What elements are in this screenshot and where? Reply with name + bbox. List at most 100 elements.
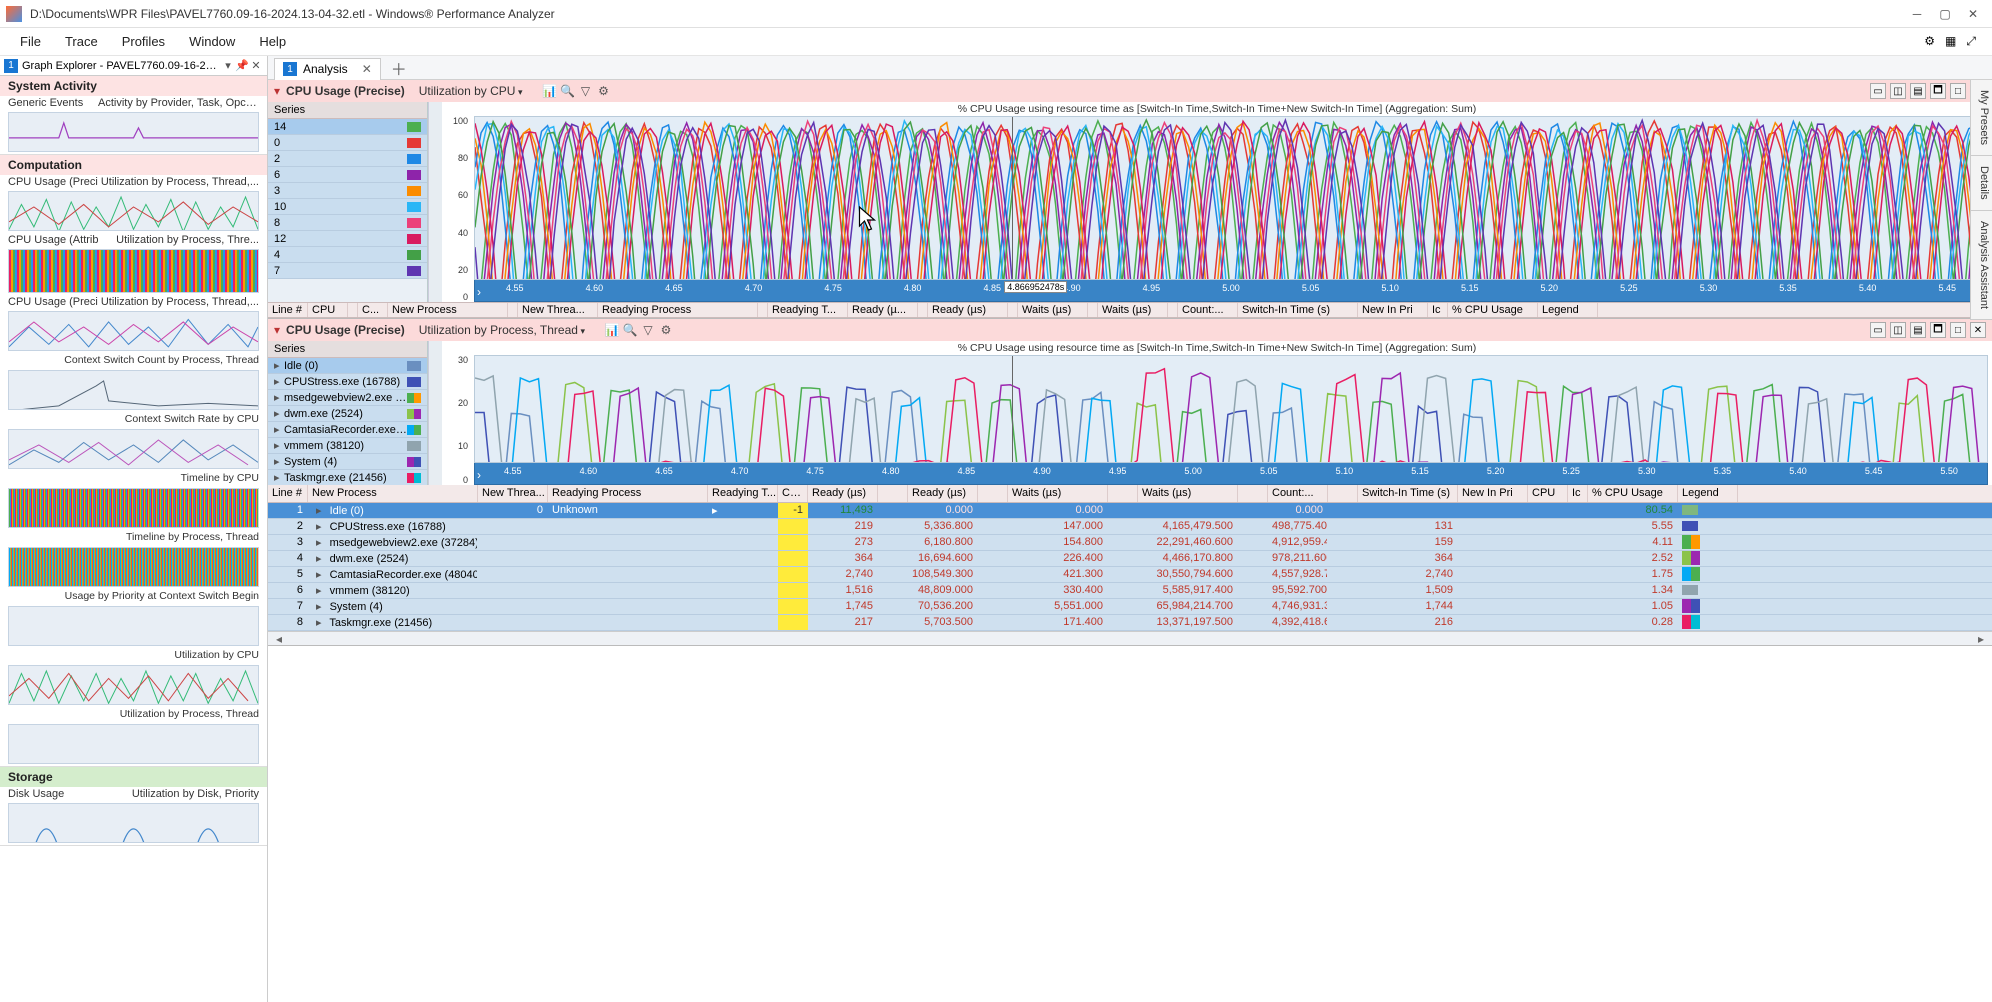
series-item[interactable]: ▸vmmem (38120)	[268, 438, 427, 454]
column-header[interactable]: Readying T...	[768, 303, 848, 317]
series-item[interactable]: 12	[268, 231, 427, 247]
thumb-7[interactable]	[8, 547, 259, 587]
axis-expand-icon[interactable]: ›	[477, 285, 481, 299]
column-header[interactable]: Switch-In Time (s)	[1238, 303, 1358, 317]
column-header[interactable]: CPU	[308, 303, 348, 317]
column-header[interactable]: Ready (µs)	[928, 303, 1008, 317]
series-item[interactable]: 8	[268, 215, 427, 231]
table-row[interactable]: 8▸ Taskmgr.exe (21456)2175,703.500171.40…	[268, 615, 1992, 631]
table-row[interactable]: 6▸ vmmem (38120)1,51648,809.000330.4005,…	[268, 583, 1992, 599]
column-header[interactable]: Switch-In Time (s)	[1358, 485, 1458, 502]
scroll-right-icon[interactable]: ▸	[1978, 632, 1984, 646]
maximize-button[interactable]: ▢	[1938, 7, 1952, 21]
column-header[interactable]	[1168, 303, 1178, 317]
column-header[interactable]: Line #	[268, 485, 308, 502]
column-header[interactable]: Ic	[1428, 303, 1448, 317]
column-header[interactable]	[1008, 303, 1018, 317]
column-header[interactable]: Waits (µs)	[1098, 303, 1168, 317]
thumb-3[interactable]	[8, 311, 259, 351]
maximize-panel-button[interactable]: □	[1950, 322, 1966, 338]
series-item[interactable]: 10	[268, 199, 427, 215]
column-header[interactable]: New Process	[308, 485, 478, 502]
column-header[interactable]: Readying Process	[598, 303, 758, 317]
thumb-6[interactable]	[8, 488, 259, 528]
popout-button[interactable]: 🗖	[1930, 322, 1946, 338]
table-row[interactable]: 7▸ System (4)1,74570,536.2005,551.00065,…	[268, 599, 1992, 615]
expand-icon[interactable]: ⤢	[1966, 34, 1976, 49]
section-system-activity[interactable]: System Activity	[0, 76, 267, 96]
series-item[interactable]: ▸Taskmgr.exe (21456)	[268, 470, 427, 486]
row-cpu-usage-precise-1[interactable]: CPU Usage (Precise) Utilization by Proce…	[0, 175, 267, 189]
view-table-button[interactable]: ▤	[1910, 83, 1926, 99]
column-header[interactable]	[878, 485, 908, 502]
gear-icon[interactable]: ⚙	[657, 323, 675, 337]
column-header[interactable]: % CPU Usage	[1448, 303, 1538, 317]
series-item[interactable]: ▸System (4)	[268, 454, 427, 470]
column-header[interactable]: Line #	[268, 303, 308, 317]
maximize-panel-button[interactable]: □	[1950, 83, 1966, 99]
thumb-2[interactable]	[8, 249, 259, 293]
series-item[interactable]: ▸CamtasiaRecorder.exe (...	[268, 422, 427, 438]
tab-analysis-assistant[interactable]: Analysis Assistant	[1971, 211, 1992, 320]
tab-close-icon[interactable]: ✕	[362, 62, 372, 76]
filter-icon[interactable]: ▽	[639, 323, 657, 337]
gear-icon[interactable]: ⚙	[1924, 34, 1935, 49]
column-header[interactable]: Legend	[1538, 303, 1598, 317]
column-header[interactable]: C...	[358, 303, 388, 317]
column-header[interactable]	[758, 303, 768, 317]
column-header[interactable]: Legend	[1678, 485, 1738, 502]
thumb-generic-events[interactable]	[8, 112, 259, 152]
axis-expand-icon[interactable]: ›	[477, 468, 481, 482]
column-header[interactable]: Ready (µ...	[848, 303, 918, 317]
tab-my-presets[interactable]: My Presets	[1971, 80, 1992, 156]
column-header[interactable]: Readying Process	[548, 485, 708, 502]
view-graph-button[interactable]: ▭	[1870, 322, 1886, 338]
row-cpu-usage-precise-2[interactable]: CPU Usage (Precise) Utilization by Proce…	[0, 295, 267, 309]
view-graph-button[interactable]: ▭	[1870, 83, 1886, 99]
table-header[interactable]: Line #New ProcessNew Threa...Readying Pr…	[268, 485, 1992, 503]
panel1-subtitle[interactable]: Utilization by CPU	[419, 84, 523, 98]
sidebar-tab[interactable]: 1 Graph Explorer - PAVEL7760.09-16-2024.…	[0, 56, 267, 76]
search-icon[interactable]: 🔍	[621, 323, 639, 337]
column-header[interactable]: Waits (µs)	[1138, 485, 1238, 502]
view-split-button[interactable]: ◫	[1890, 322, 1906, 338]
menu-help[interactable]: Help	[247, 30, 298, 53]
menu-window[interactable]: Window	[177, 30, 247, 53]
column-header[interactable]: Count:...	[1268, 485, 1328, 502]
collapse-icon[interactable]: ▾	[274, 84, 280, 98]
dropdown-icon[interactable]: ▾	[221, 59, 235, 72]
series-item[interactable]: ▸Idle (0)	[268, 358, 427, 374]
panel1-column-headers[interactable]: Line #CPUC...New ProcessNew Threa...Read…	[268, 302, 1992, 318]
series-item[interactable]: ▸dwm.exe (2524)	[268, 406, 427, 422]
table-row[interactable]: 4▸ dwm.exe (2524)36416,694.600226.4004,4…	[268, 551, 1992, 567]
pin-icon[interactable]: 📌	[235, 59, 249, 72]
panel2-xaxis[interactable]: › 4.554.604.654.704.754.804.854.904.955.…	[474, 463, 1988, 485]
menu-file[interactable]: File	[8, 30, 53, 53]
column-header[interactable]	[918, 303, 928, 317]
column-header[interactable]: New In Pri	[1458, 485, 1528, 502]
thumb-storage[interactable]	[8, 803, 259, 843]
filter-icon[interactable]: ▽	[576, 84, 594, 98]
row-generic-events[interactable]: Generic Events Activity by Provider, Tas…	[0, 96, 267, 110]
column-header[interactable]: Waits (µs)	[1018, 303, 1088, 317]
layout-icon[interactable]: ▦	[1945, 34, 1956, 49]
new-tab-button[interactable]: ＋	[391, 56, 407, 80]
column-header[interactable]: New In Pri	[1358, 303, 1428, 317]
panel1-xaxis[interactable]: › 4.554.604.654.704.754.804.854.904.955.…	[474, 280, 1988, 302]
series-item[interactable]: 0	[268, 135, 427, 151]
close-icon[interactable]: ✕	[249, 59, 263, 72]
menu-profiles[interactable]: Profiles	[110, 30, 177, 53]
column-header[interactable]	[1108, 485, 1138, 502]
column-header[interactable]	[1088, 303, 1098, 317]
thumb-9[interactable]	[8, 665, 259, 705]
column-header[interactable]	[348, 303, 358, 317]
section-computation[interactable]: Computation	[0, 155, 267, 175]
thumb-10[interactable]	[8, 724, 259, 764]
tab-details[interactable]: Details	[1971, 156, 1992, 211]
column-header[interactable]: Ic	[1568, 485, 1588, 502]
thumb-5[interactable]	[8, 429, 259, 469]
series-scrollbar[interactable]	[428, 102, 442, 302]
table-row[interactable]: 3▸ msedgewebview2.exe (37284)2736,180.80…	[268, 535, 1992, 551]
column-header[interactable]: C…	[778, 485, 808, 502]
panel1-chart-area[interactable]	[474, 116, 1988, 280]
